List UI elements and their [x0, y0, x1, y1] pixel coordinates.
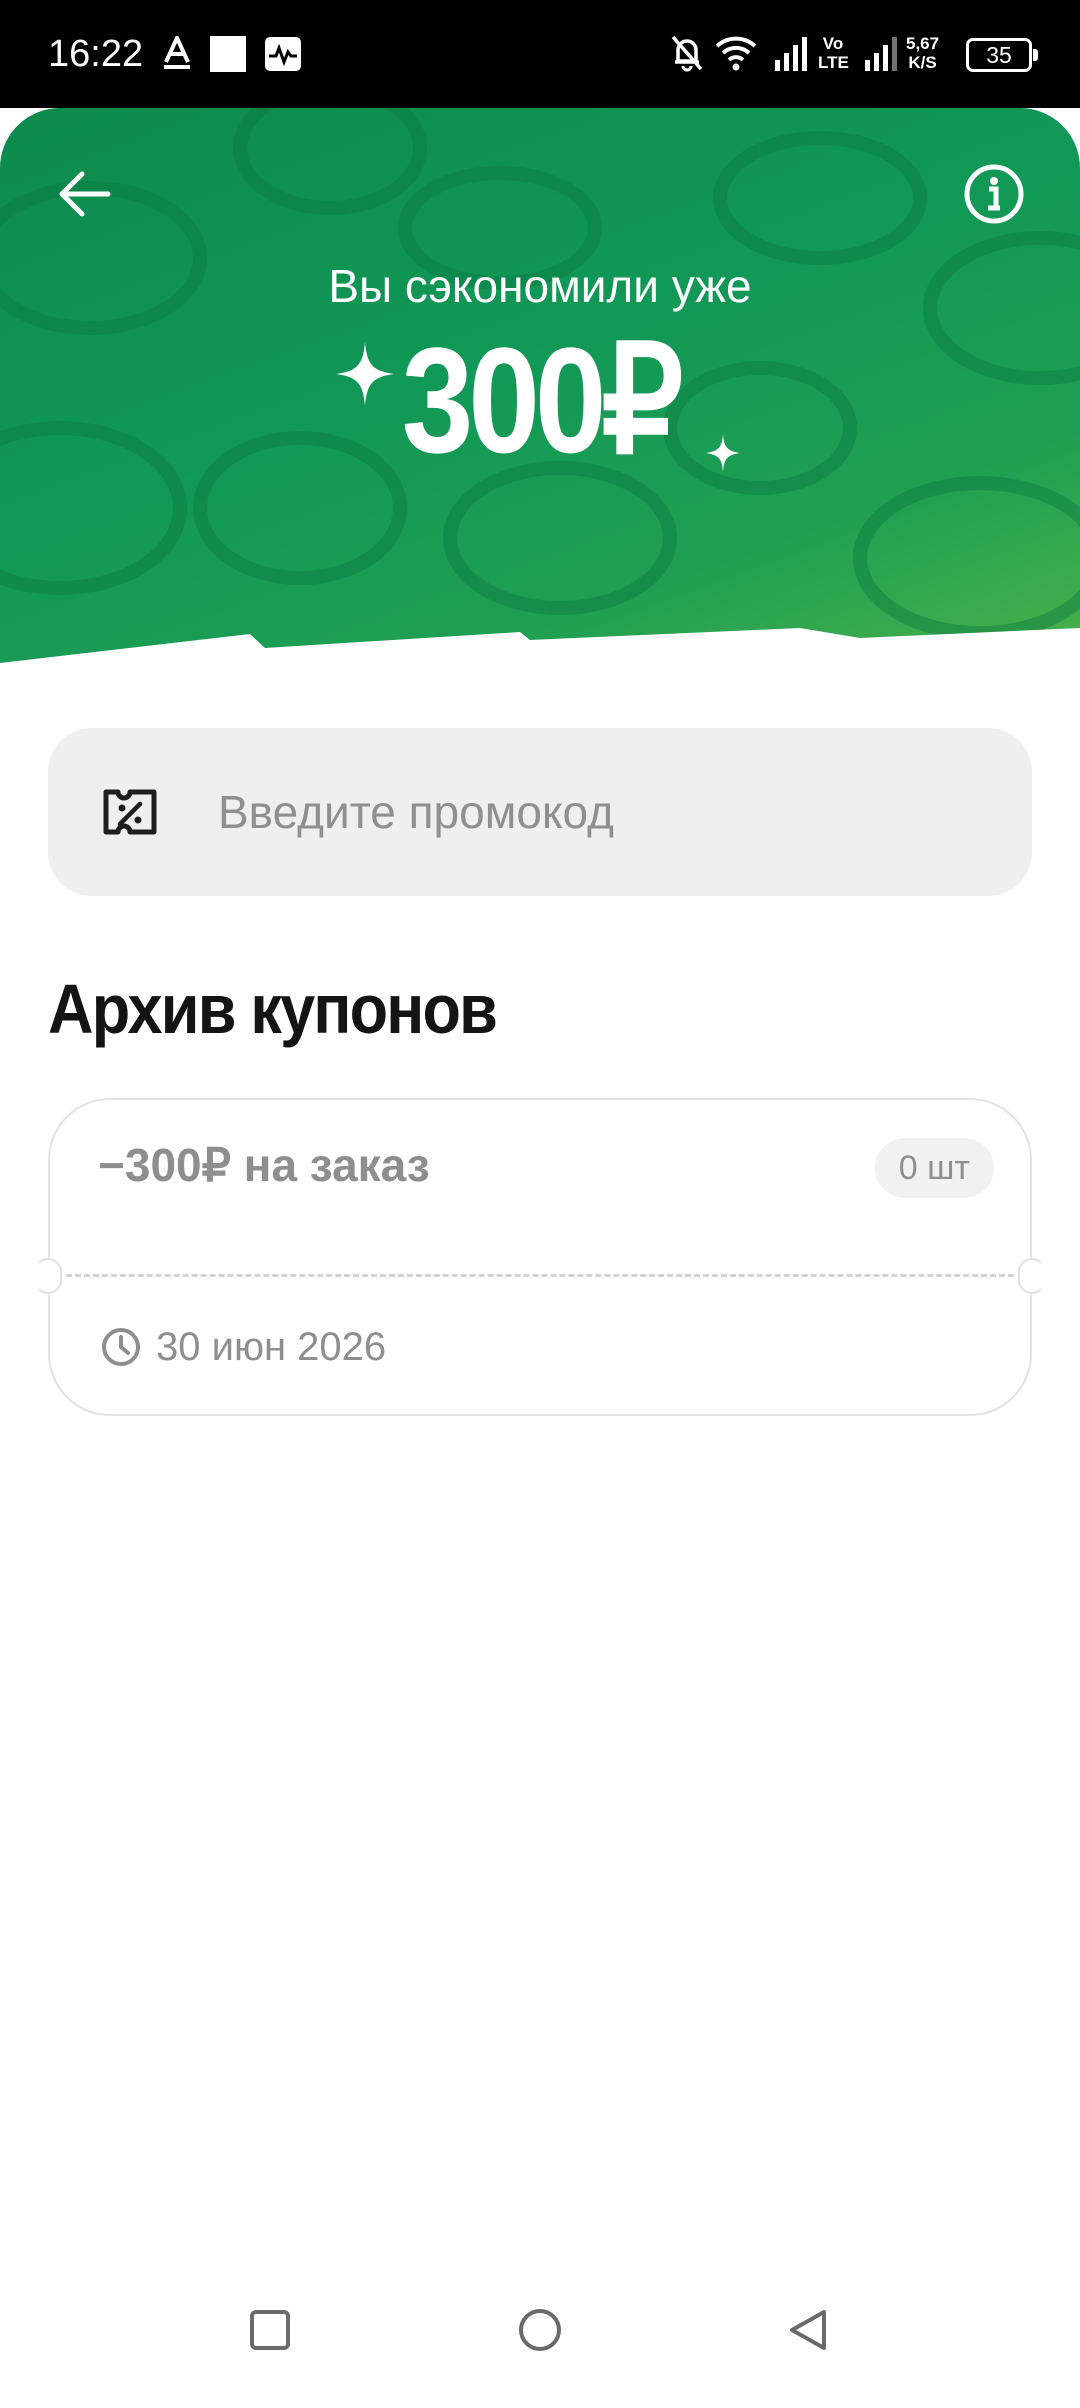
network-speed-value: 5,67 — [906, 34, 940, 53]
coupon-notch-right — [1018, 1258, 1046, 1294]
network-speed-unit: K/S — [908, 53, 937, 72]
back-icon[interactable] — [784, 2306, 832, 2354]
coupon-card[interactable]: −300₽ на заказ 0 шт 30 июн 2026 — [34, 1098, 1046, 1416]
activity-icon — [265, 37, 301, 71]
recent-apps-icon[interactable] — [246, 2306, 294, 2354]
info-icon[interactable] — [958, 158, 1030, 230]
sparkle-small-icon — [706, 434, 740, 472]
battery-icon: 35 — [966, 38, 1038, 72]
signal-icon-2 — [865, 37, 897, 71]
savings-caption: Вы сэкономили уже — [328, 260, 752, 312]
status-bar: 16:22 Vo LTE 5,67 K/S 35 — [0, 0, 1080, 108]
network-type-label: Vo LTE — [818, 34, 849, 72]
wifi-icon — [715, 36, 757, 71]
sparkle-icon — [336, 342, 394, 406]
status-time: 16:22 — [48, 33, 144, 75]
a-notification-icon — [164, 36, 190, 69]
coupon-title: −300₽ на заказ — [98, 1139, 430, 1191]
savings-amount: 300₽ — [401, 316, 684, 484]
coupon-count-badge: 0 шт — [874, 1138, 994, 1198]
square-notification-icon — [210, 36, 246, 72]
signal-icon — [775, 37, 807, 71]
coupon-percent-icon — [103, 789, 157, 835]
clock-icon — [102, 1328, 140, 1366]
network-speed: 5,67 K/S — [906, 34, 939, 72]
bell-off-icon — [671, 35, 703, 72]
promo-code-input[interactable] — [216, 728, 996, 896]
savings-header: Вы сэкономили уже 300₽ — [0, 108, 1080, 668]
archive-title: Архив купонов — [48, 970, 498, 1048]
coupon-divider — [66, 1274, 1014, 1277]
back-arrow-icon[interactable] — [48, 158, 120, 230]
battery-level: 35 — [986, 42, 1012, 68]
promo-code-field[interactable] — [48, 728, 1032, 896]
coupon-expiry-date: 30 июн 2026 — [156, 1325, 387, 1369]
coupon-notch-left — [34, 1258, 62, 1294]
home-icon[interactable] — [516, 2306, 564, 2354]
